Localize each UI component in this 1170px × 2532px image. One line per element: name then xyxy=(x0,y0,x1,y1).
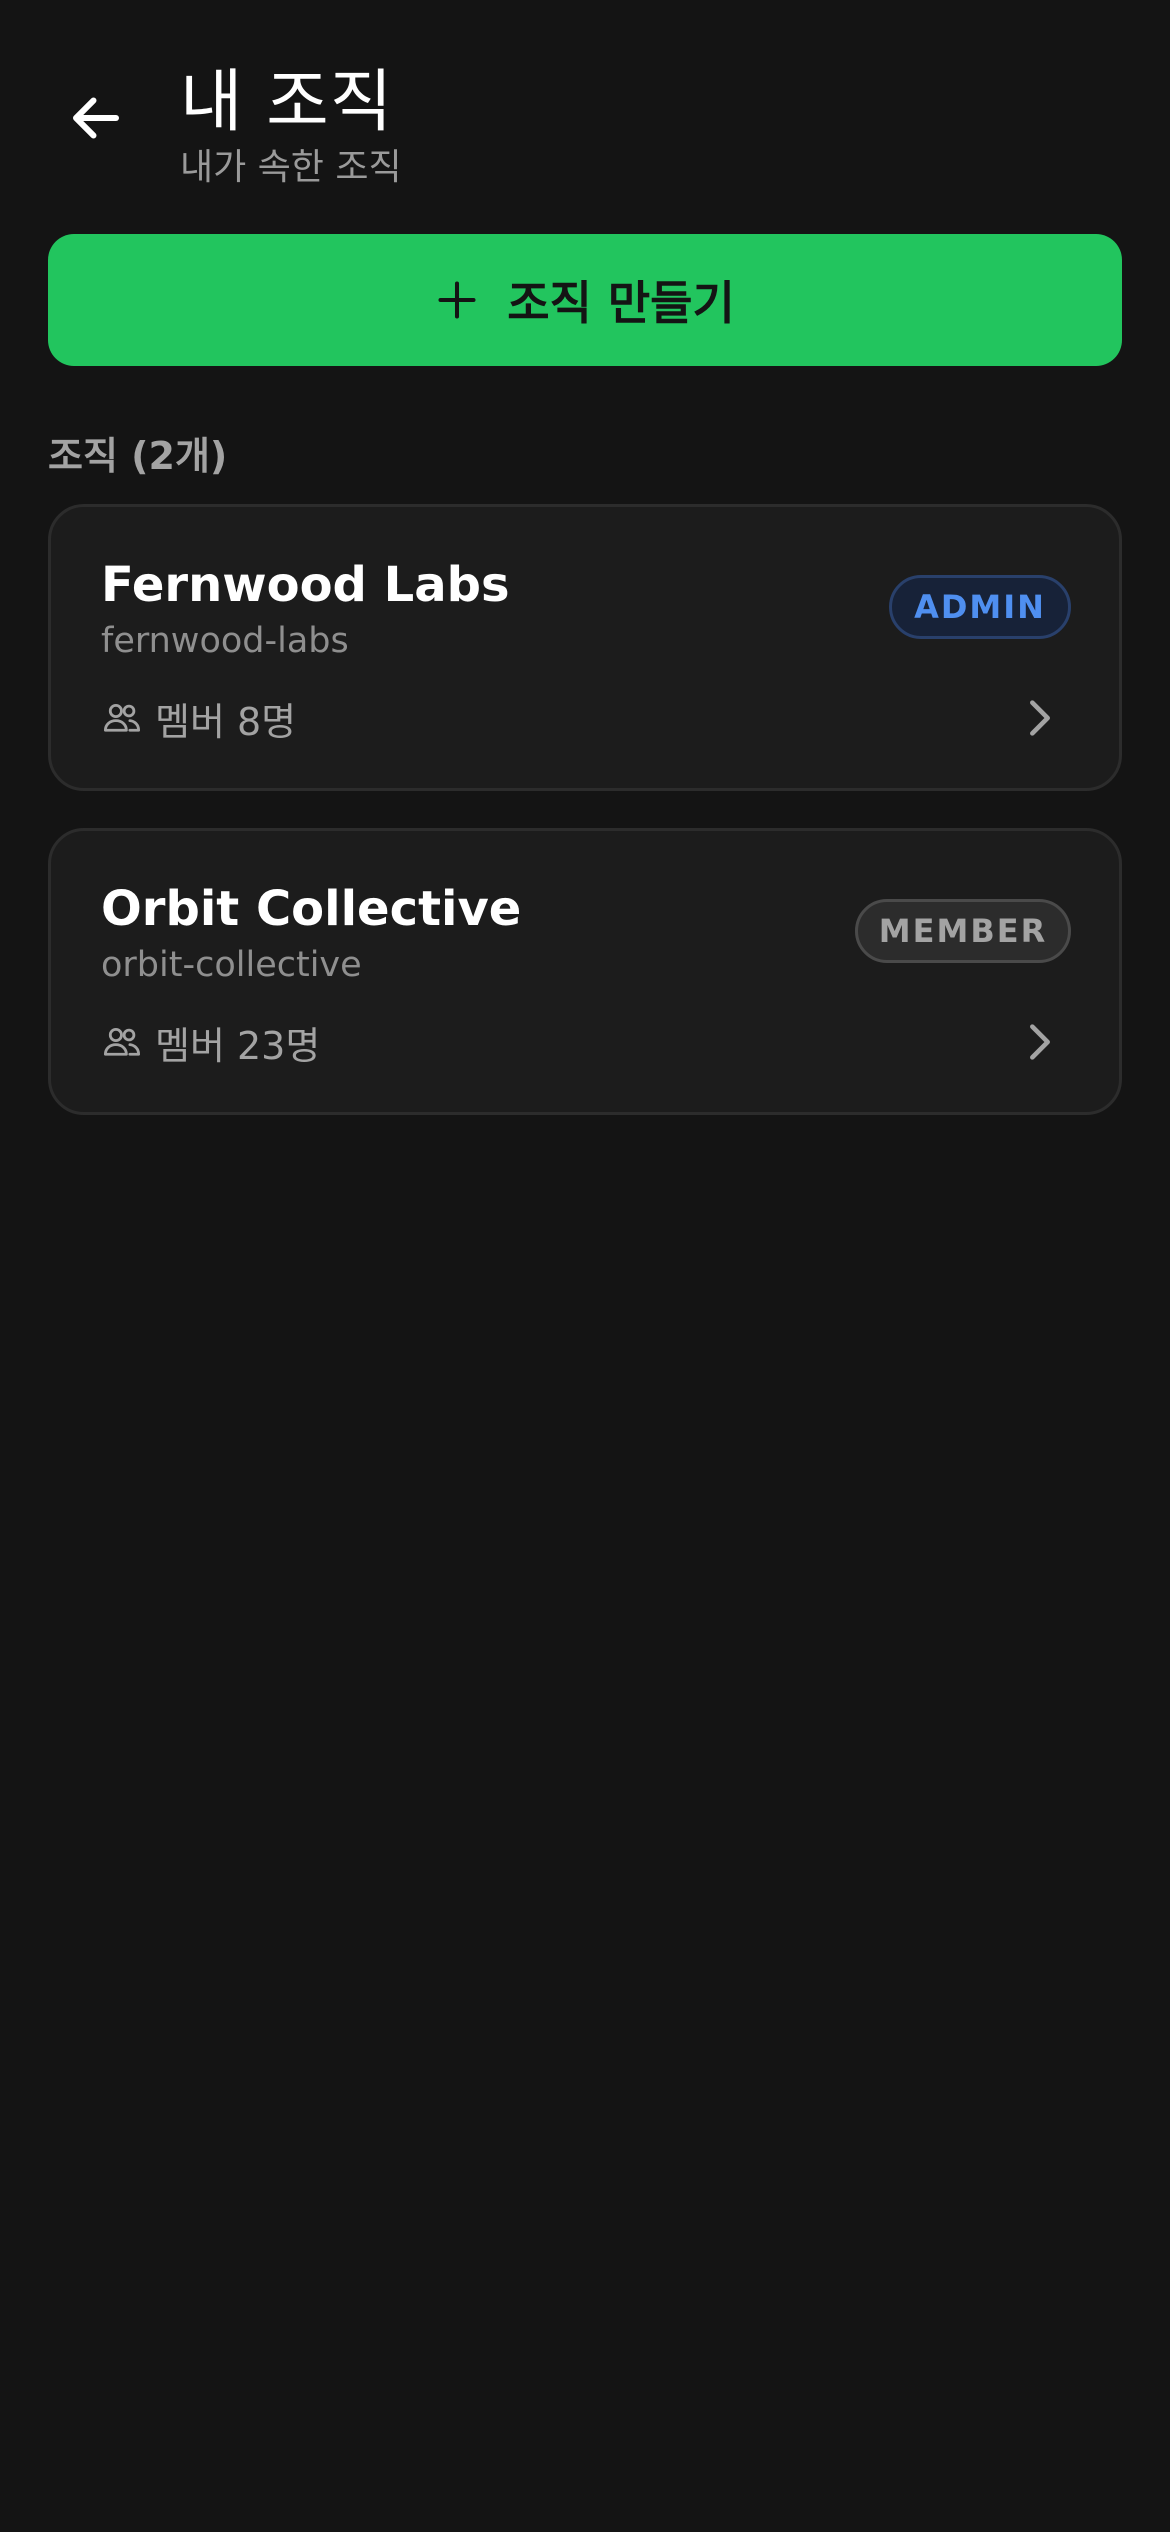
page-title: 내 조직 xyxy=(180,63,394,142)
create-organization-label: 조직 만들기 xyxy=(507,276,735,330)
arrow-left-icon xyxy=(73,97,119,139)
organization-card[interactable]: Orbit Collective orbit-collective 멤버 23명… xyxy=(48,828,1122,1115)
organization-slug: orbit-collective xyxy=(101,945,362,985)
create-organization-button[interactable]: 조직 만들기 xyxy=(48,234,1122,366)
organization-count-label: 조직 (2개) xyxy=(48,434,228,478)
page-header: 내 조직 내가 속한 조직 xyxy=(0,0,1170,200)
chevron-right-icon xyxy=(1030,1024,1050,1060)
chevron-right-icon xyxy=(1030,700,1050,736)
organization-name: Orbit Collective xyxy=(101,881,522,937)
page-subtitle: 내가 속한 조직 xyxy=(180,147,402,188)
role-badge: ADMIN xyxy=(889,575,1071,639)
users-icon xyxy=(103,704,141,732)
member-count-label: 멤버 8명 xyxy=(155,699,297,744)
back-button[interactable] xyxy=(56,78,136,158)
role-badge: MEMBER xyxy=(855,899,1071,963)
member-count: 멤버 8명 xyxy=(101,693,297,744)
member-count: 멤버 23명 xyxy=(101,1017,321,1068)
users-icon xyxy=(103,1028,141,1056)
member-count-label: 멤버 23명 xyxy=(155,1023,321,1068)
organization-slug: fernwood-labs xyxy=(101,621,349,661)
plus-icon xyxy=(438,281,476,319)
organization-name: Fernwood Labs xyxy=(101,557,510,613)
organization-card[interactable]: Fernwood Labs fernwood-labs 멤버 8명 ADMIN xyxy=(48,504,1122,791)
